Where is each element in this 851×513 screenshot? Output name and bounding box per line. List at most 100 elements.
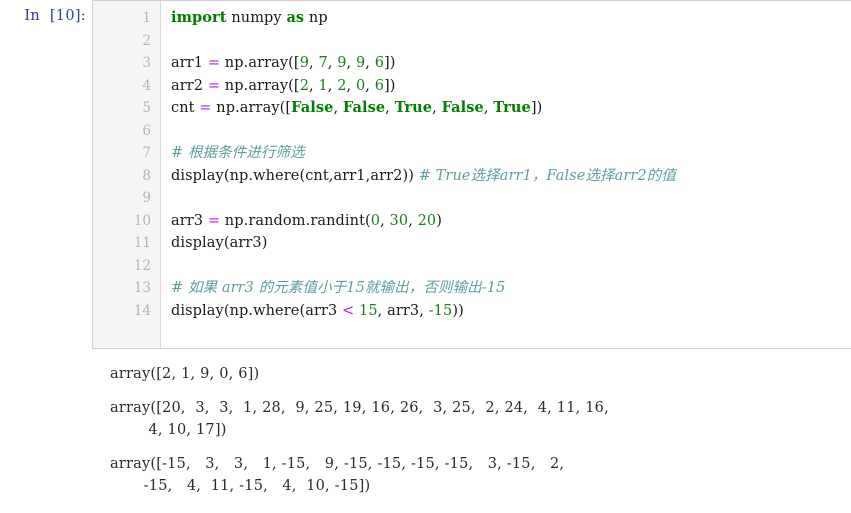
output-area: array([2, 1, 9, 0, 6]) array([20, 3, 3, 1… [0,363,851,497]
code-token-kw: as [286,9,305,26]
code-token-plain: display(np.where(cnt,arr1,arr2)) [171,167,419,184]
code-token-op: = [207,77,221,94]
code-token-plain: np [304,10,328,26]
code-token-plain: , [380,212,390,229]
code-token-plain: numpy [226,10,287,26]
output-line: array([20, 3, 3, 1, 28, 9, 25, 19, 16, 2… [110,400,609,416]
code-token-plain: , [483,100,494,116]
line-number: 1 [142,10,151,26]
code-token-builtin: False [291,99,334,116]
line-number: 4 [142,77,151,94]
line-number: 8 [142,167,151,184]
notebook-container: In [10]: 1 2 3 4 5 6 7 8 9 10 11 12 13 14 import nump… [0,0,851,497]
code-token-num: 9 [299,55,310,71]
output-gap [0,441,851,453]
line-number: 5 [142,100,151,116]
line-number: 2 [142,32,151,49]
output-line: array([-15, 3, 3, 1, -15, 9, -15, -15, -… [110,456,565,472]
code-token-num: 0 [355,77,366,94]
output-row: array([20, 3, 3, 1, 28, 9, 25, 19, 16, 2… [0,397,851,441]
line-number: 3 [142,55,151,71]
code-token-plain: arr1 [171,55,208,71]
code-token-plain: display(arr3) [171,235,268,251]
code-token-plain: , [385,100,395,116]
code-token-plain: display(np.where(arr3 [171,302,343,319]
code-token-num: 15 [359,302,378,319]
code-line[interactable]: cnt = np.array([False, False, True, Fals… [171,97,847,120]
code-line[interactable]: display(arr3) [171,232,847,255]
code-line[interactable]: # 根据条件进行筛选 [171,142,847,165]
code-token-op: < [342,302,355,319]
code-token-num: -15 [428,302,453,319]
code-token-plain: , arr3, [377,302,429,319]
code-token-plain: arr2 [171,77,208,94]
code-token-plain: np.random.randint( [220,212,371,229]
output-line: 4, 10, 17]) [110,422,227,438]
output-text: array([2, 1, 9, 0, 6]) [92,363,851,385]
code-token-comment: # True选择arr1，False选择arr2的值 [418,167,676,184]
code-token-plain: ) [436,212,443,229]
code-line[interactable]: arr3 = np.random.randint(0, 30, 20) [171,210,847,233]
code-token-plain: , [432,100,442,116]
code-token-plain: , [346,77,356,94]
code-token-builtin: False [342,99,386,116]
code-line[interactable]: display(np.where(cnt,arr1,arr2)) # True选… [171,165,847,188]
line-number-gutter: 1 2 3 4 5 6 7 8 9 10 11 12 13 14 [93,1,161,348]
code-token-plain: ]) [530,100,543,116]
code-line[interactable] [171,187,847,210]
code-token-plain: , [365,77,375,94]
code-token-plain: , [408,212,418,229]
code-token-num: 7 [318,55,328,71]
line-number: 13 [133,280,151,296]
code-line[interactable]: display(np.where(arr3 < 15, arr3, -15)) [171,300,847,323]
code-line[interactable]: # 如果 arr3 的元素值小于15就输出，否则输出-15 [171,277,847,300]
code-line[interactable] [171,30,847,53]
line-number: 6 [142,122,151,139]
line-number: 7 [142,145,151,161]
code-line[interactable]: import numpy as np [171,7,847,30]
code-token-plain: cnt [171,100,200,116]
code-token-num: 30 [389,212,409,229]
code-token-num: 1 [318,77,328,94]
code-line[interactable]: arr2 = np.array([2, 1, 2, 0, 6]) [171,75,847,98]
code-token-num: 6 [374,77,385,94]
code-token-num: 20 [417,212,437,229]
code-line[interactable] [171,120,847,143]
code-token-plain: ]) [384,77,396,94]
line-number: 12 [133,257,151,274]
code-token-plain: , [365,55,375,71]
code-token-builtin: True [493,99,531,116]
code-token-num: 9 [355,55,366,71]
code-line[interactable]: arr1 = np.array([9, 7, 9, 9, 6]) [171,52,847,75]
output-line: -15, 4, 11, -15, 4, 10, -15]) [110,478,371,494]
code-editor-area[interactable]: 1 2 3 4 5 6 7 8 9 10 11 12 13 14 import numpy as np a… [92,0,851,349]
code-token-plain: arr3 [171,212,208,229]
cell-output-gap [0,349,851,363]
line-number: 9 [142,190,151,206]
code-token-op: = [199,100,212,116]
code-token-plain: )) [452,302,464,319]
code-token-plain: np.array([ [211,100,292,116]
code-token-plain: ]) [384,55,396,71]
output-row: array([-15, 3, 3, 1, -15, 9, -15, -15, -… [0,453,851,497]
code-token-plain: , [333,100,343,116]
output-text: array([-15, 3, 3, 1, -15, 9, -15, -15, -… [92,453,851,497]
code-token-num: 0 [370,212,381,229]
code-token-op: = [207,55,221,71]
code-token-plain: np.array([ [220,77,300,94]
output-gap [0,385,851,397]
code-token-plain: np.array([ [220,55,300,71]
code-content[interactable]: import numpy as np arr1 = np.array([9, 7… [161,1,851,348]
line-number: 14 [133,302,151,319]
code-cell[interactable]: In [10]: 1 2 3 4 5 6 7 8 9 10 11 12 13 14 import nump… [0,0,851,349]
code-token-plain: , [346,55,356,71]
code-token-op: = [207,212,221,229]
code-token-num: 9 [337,55,347,71]
code-token-builtin: False [441,99,484,116]
code-line[interactable] [171,255,847,278]
line-number: 11 [133,235,151,251]
code-token-comment: # 如果 arr3 的元素值小于15就输出，否则输出-15 [171,280,506,296]
code-token-comment: # 根据条件进行筛选 [171,145,305,161]
line-number: 10 [133,212,151,229]
code-token-plain: , [327,55,338,71]
